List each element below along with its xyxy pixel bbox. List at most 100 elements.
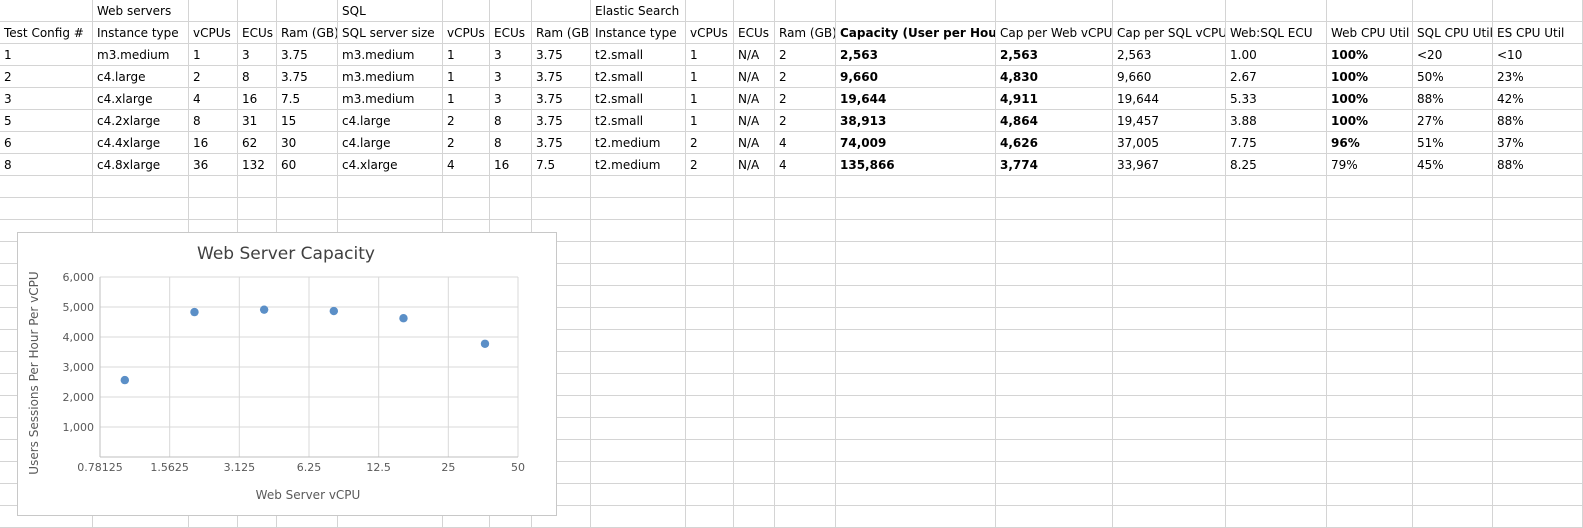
grid-cell[interactable] <box>189 0 238 22</box>
column-header-cell[interactable]: Cap per SQL vCPU <box>1113 22 1226 44</box>
grid-cell[interactable] <box>443 0 490 22</box>
group-header-cell[interactable]: Elastic Search <box>591 0 686 22</box>
table-cell[interactable]: 15 <box>277 110 338 132</box>
grid-cell[interactable] <box>1493 264 1583 286</box>
table-cell[interactable]: m3.medium <box>93 44 189 66</box>
grid-cell[interactable] <box>686 440 734 462</box>
table-cell[interactable]: 27% <box>1413 110 1493 132</box>
grid-cell[interactable] <box>734 374 775 396</box>
table-cell[interactable]: N/A <box>734 154 775 176</box>
grid-cell[interactable] <box>1113 264 1226 286</box>
table-cell[interactable]: <20 <box>1413 44 1493 66</box>
column-header-cell[interactable]: Web:SQL ECU <box>1226 22 1327 44</box>
table-cell[interactable]: N/A <box>734 88 775 110</box>
table-cell[interactable]: 33,967 <box>1113 154 1226 176</box>
column-header-cell[interactable]: Ram (GB) <box>532 22 591 44</box>
grid-cell[interactable] <box>532 198 591 220</box>
table-cell[interactable]: 4 <box>775 154 836 176</box>
table-cell[interactable]: 74,009 <box>836 132 996 154</box>
column-header-cell[interactable]: Test Config # <box>0 22 93 44</box>
table-cell[interactable]: t2.small <box>591 66 686 88</box>
column-header-cell[interactable]: Capacity (User per Hour) <box>836 22 996 44</box>
table-cell[interactable]: 37% <box>1493 132 1583 154</box>
grid-cell[interactable] <box>996 506 1113 528</box>
grid-cell[interactable] <box>1226 330 1327 352</box>
grid-cell[interactable] <box>1327 242 1413 264</box>
table-cell[interactable]: 1 <box>686 110 734 132</box>
table-cell[interactable]: 6 <box>0 132 93 154</box>
grid-cell[interactable] <box>1327 396 1413 418</box>
grid-cell[interactable] <box>686 462 734 484</box>
grid-cell[interactable] <box>996 374 1113 396</box>
table-cell[interactable]: 9,660 <box>1113 66 1226 88</box>
grid-cell[interactable] <box>1493 308 1583 330</box>
grid-cell[interactable] <box>836 374 996 396</box>
grid-cell[interactable] <box>490 0 532 22</box>
grid-cell[interactable] <box>996 440 1113 462</box>
grid-cell[interactable] <box>1327 198 1413 220</box>
grid-cell[interactable] <box>775 308 836 330</box>
table-cell[interactable]: 135,866 <box>836 154 996 176</box>
grid-cell[interactable] <box>686 198 734 220</box>
grid-cell[interactable] <box>734 286 775 308</box>
table-cell[interactable]: N/A <box>734 66 775 88</box>
grid-cell[interactable] <box>775 198 836 220</box>
grid-cell[interactable] <box>734 462 775 484</box>
grid-cell[interactable] <box>996 242 1113 264</box>
grid-cell[interactable] <box>1113 176 1226 198</box>
grid-cell[interactable] <box>734 176 775 198</box>
grid-cell[interactable] <box>996 308 1113 330</box>
grid-cell[interactable] <box>591 330 686 352</box>
grid-cell[interactable] <box>1493 176 1583 198</box>
grid-cell[interactable] <box>836 484 996 506</box>
table-cell[interactable]: 8.25 <box>1226 154 1327 176</box>
grid-cell[interactable] <box>836 308 996 330</box>
grid-cell[interactable] <box>1327 176 1413 198</box>
grid-cell[interactable] <box>836 176 996 198</box>
table-cell[interactable]: 2,563 <box>1113 44 1226 66</box>
grid-cell[interactable] <box>1226 220 1327 242</box>
grid-cell[interactable] <box>338 176 443 198</box>
grid-cell[interactable] <box>775 264 836 286</box>
column-header-cell[interactable]: vCPUs <box>189 22 238 44</box>
grid-cell[interactable] <box>686 264 734 286</box>
grid-cell[interactable] <box>189 176 238 198</box>
grid-cell[interactable] <box>1226 0 1327 22</box>
grid-cell[interactable] <box>277 198 338 220</box>
table-cell[interactable]: 3.75 <box>277 66 338 88</box>
grid-cell[interactable] <box>1327 264 1413 286</box>
table-cell[interactable]: 4,626 <box>996 132 1113 154</box>
grid-cell[interactable] <box>490 198 532 220</box>
table-cell[interactable]: 30 <box>277 132 338 154</box>
grid-cell[interactable] <box>686 220 734 242</box>
table-cell[interactable]: 3.75 <box>532 110 591 132</box>
grid-cell[interactable] <box>836 352 996 374</box>
table-cell[interactable]: c4.large <box>338 110 443 132</box>
grid-cell[interactable] <box>532 176 591 198</box>
grid-cell[interactable] <box>1226 374 1327 396</box>
grid-cell[interactable] <box>1327 220 1413 242</box>
column-header-cell[interactable]: ECUs <box>490 22 532 44</box>
grid-cell[interactable] <box>836 264 996 286</box>
table-cell[interactable]: 5 <box>0 110 93 132</box>
table-cell[interactable]: 9,660 <box>836 66 996 88</box>
grid-cell[interactable] <box>686 418 734 440</box>
table-cell[interactable]: <10 <box>1493 44 1583 66</box>
grid-cell[interactable] <box>1226 264 1327 286</box>
table-cell[interactable]: 45% <box>1413 154 1493 176</box>
grid-cell[interactable] <box>1413 220 1493 242</box>
table-cell[interactable]: 100% <box>1327 44 1413 66</box>
table-cell[interactable]: 79% <box>1327 154 1413 176</box>
table-cell[interactable]: 3.75 <box>532 44 591 66</box>
grid-cell[interactable] <box>591 220 686 242</box>
table-cell[interactable]: 2 <box>775 88 836 110</box>
column-header-cell[interactable]: vCPUs <box>443 22 490 44</box>
grid-cell[interactable] <box>1226 440 1327 462</box>
table-cell[interactable]: 8 <box>238 66 277 88</box>
grid-cell[interactable] <box>238 176 277 198</box>
table-cell[interactable]: 3 <box>490 44 532 66</box>
table-cell[interactable]: 2 <box>443 110 490 132</box>
grid-cell[interactable] <box>996 396 1113 418</box>
table-cell[interactable]: c4.large <box>93 66 189 88</box>
grid-cell[interactable] <box>1113 374 1226 396</box>
